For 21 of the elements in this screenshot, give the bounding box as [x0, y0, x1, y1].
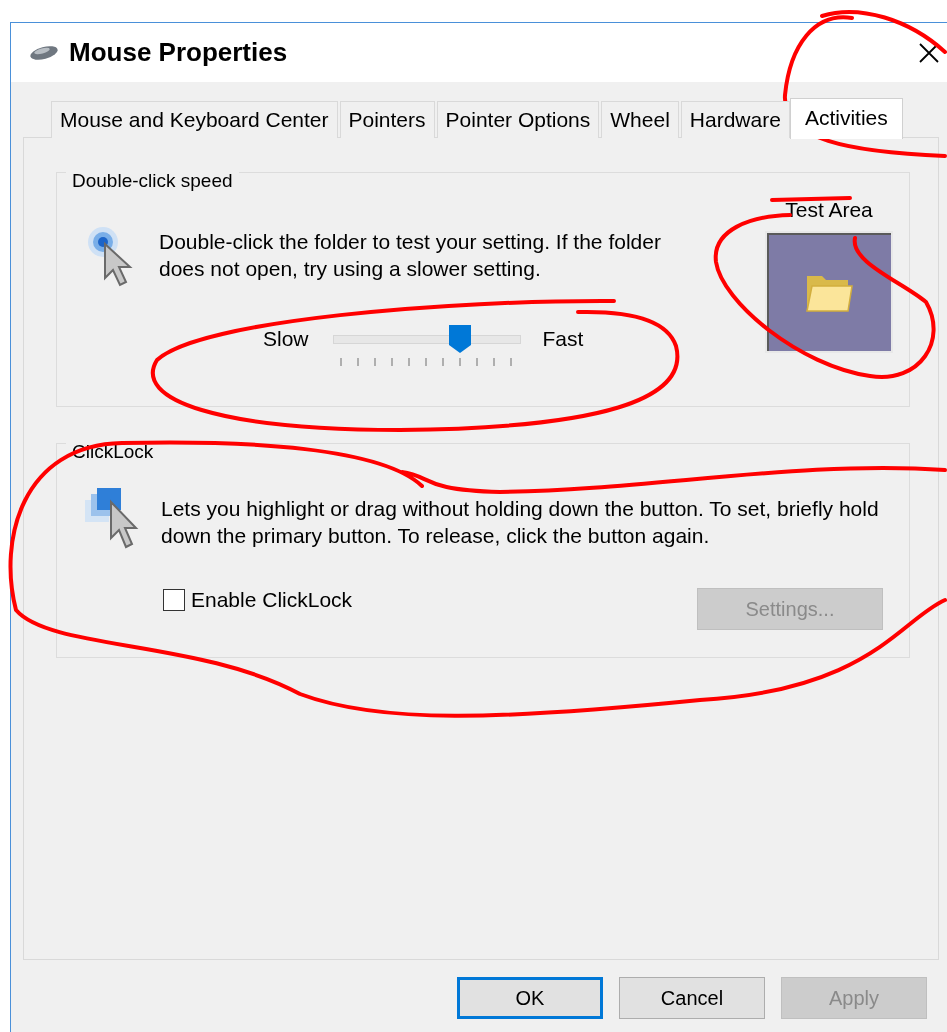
- group-label: Double-click speed: [66, 170, 239, 192]
- description-text: Double-click the folder to test your setting. If the folder does not open, try using a slower setting.: [159, 229, 662, 282]
- window-title: Mouse Properties: [69, 37, 288, 68]
- description-text: Lets you highlight or drag without holding down the button. To set, briefly hold down the primary button. To release, click the button again.: [161, 496, 879, 549]
- close-icon[interactable]: [919, 42, 939, 63]
- test-area-label: Test Area: [785, 198, 873, 222]
- tab[interactable]: Wheel: [601, 101, 679, 138]
- slider-label: Slow: [263, 327, 309, 351]
- checkbox[interactable]: [163, 589, 185, 611]
- tab[interactable]: Pointers: [339, 101, 435, 138]
- tab[interactable]: Hardware: [680, 101, 790, 138]
- slider-thumb[interactable]: [448, 323, 472, 354]
- tab[interactable]: Activities: [789, 98, 903, 139]
- dialog-button[interactable]: Cancel: [619, 977, 765, 1019]
- slider-label: Fast: [542, 327, 584, 351]
- checkbox-label: Enable ClickLock: [191, 588, 353, 612]
- tab[interactable]: Mouse and Keyboard Center: [51, 101, 338, 138]
- test-area[interactable]: [765, 231, 893, 353]
- mouse-icon: [29, 43, 59, 62]
- dialog-button[interactable]: OK: [457, 977, 603, 1019]
- tab[interactable]: Pointer Options: [436, 101, 600, 138]
